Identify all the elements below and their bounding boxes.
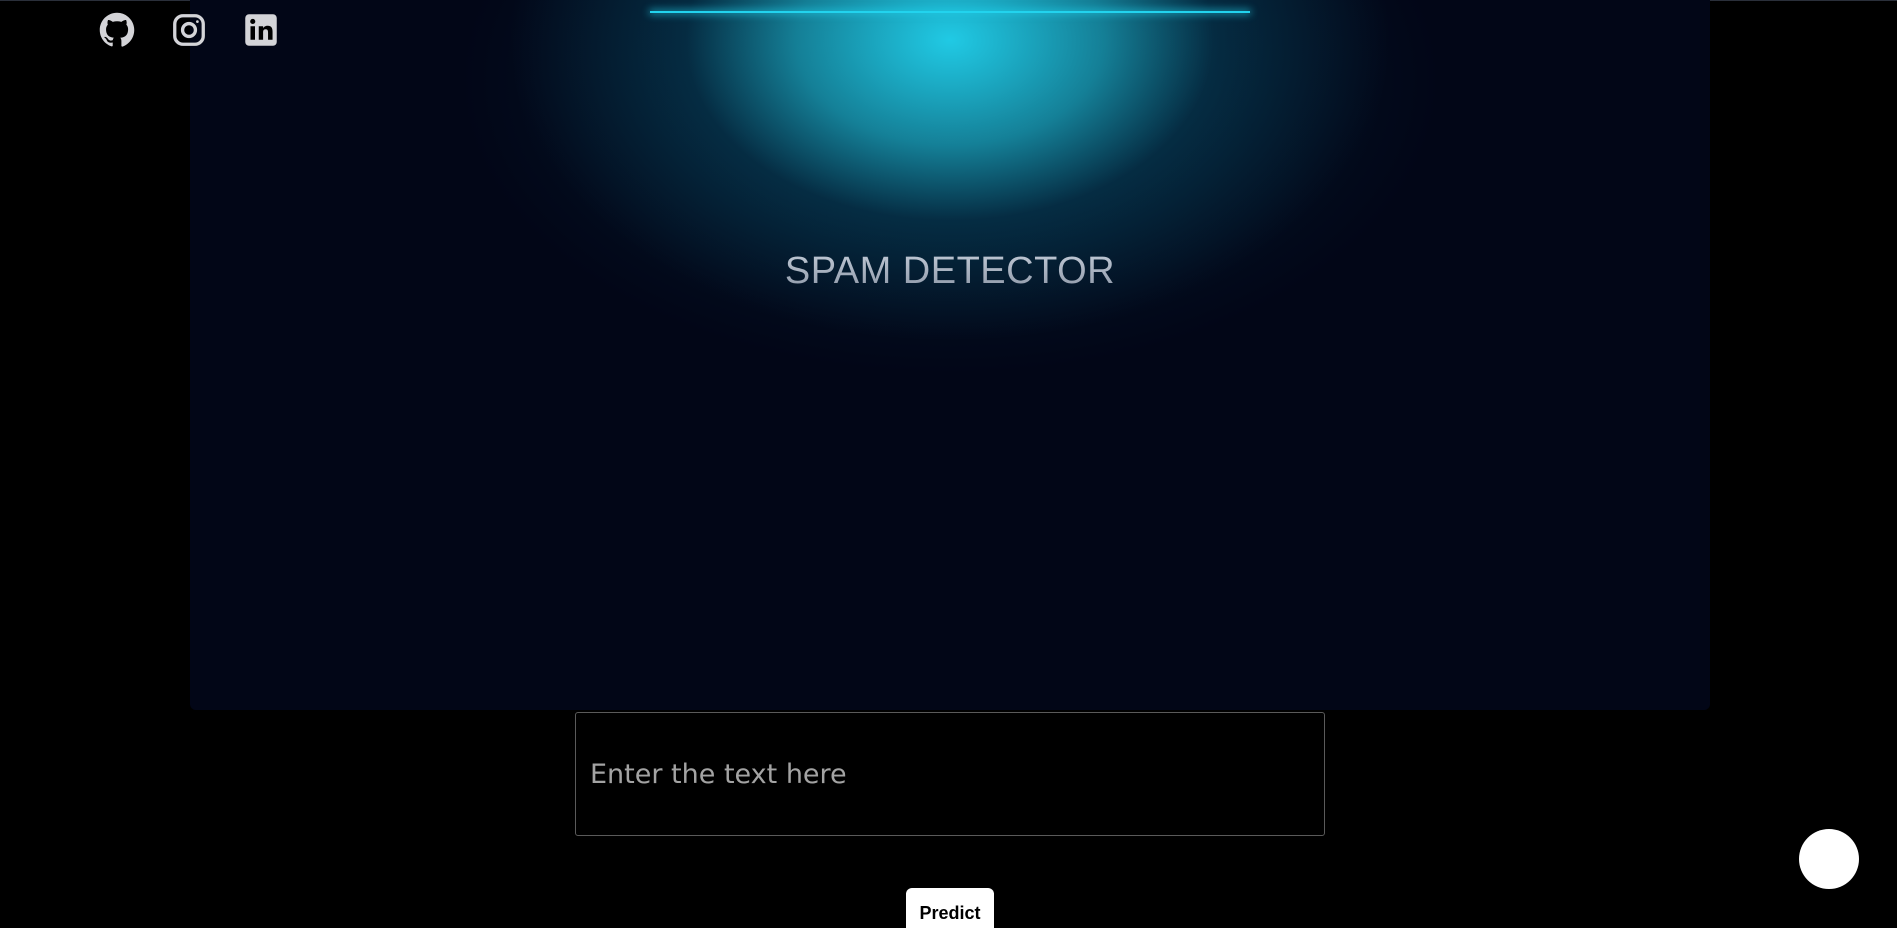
instagram-icon[interactable] (171, 12, 207, 48)
lamp-glow (190, 0, 1710, 710)
github-icon[interactable] (99, 12, 135, 48)
hero-lamp-section: SPAM DETECTOR (190, 0, 1710, 710)
predict-button[interactable]: Predict (906, 888, 994, 928)
floating-action-button[interactable] (1799, 829, 1859, 889)
social-links (99, 12, 279, 48)
page: SPAM DETECTOR Predict (0, 0, 1897, 928)
text-input[interactable] (575, 712, 1325, 836)
linkedin-icon[interactable] (243, 12, 279, 48)
page-title: SPAM DETECTOR (190, 250, 1710, 293)
lamp-line (650, 11, 1250, 13)
